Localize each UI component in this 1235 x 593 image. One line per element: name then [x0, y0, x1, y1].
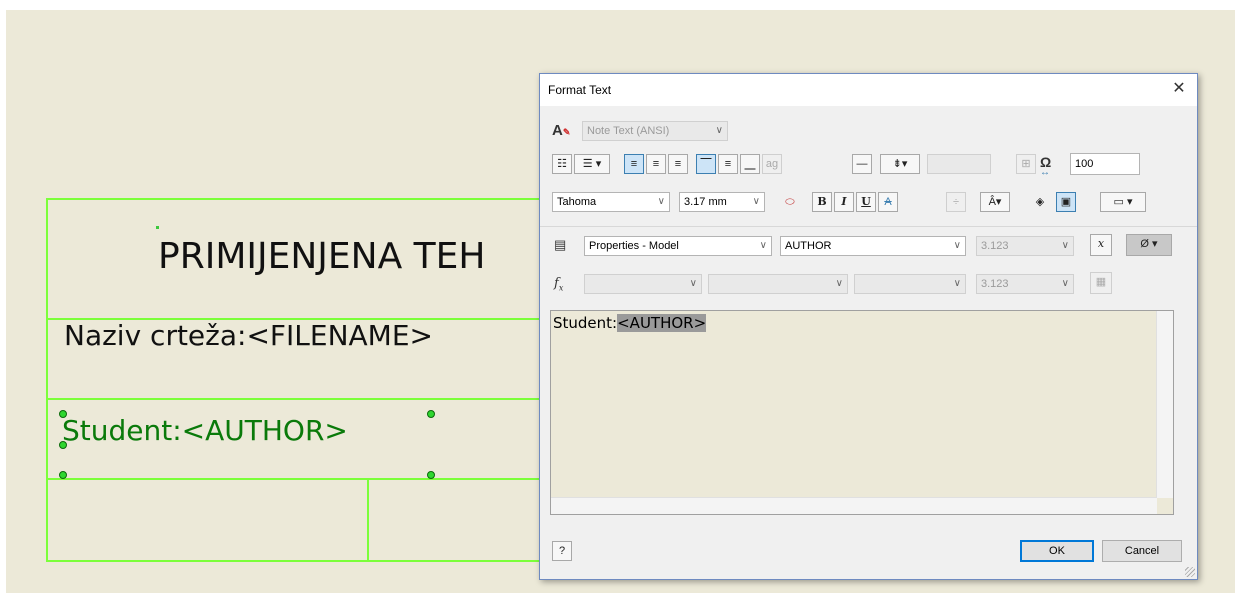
- add-parameter-icon: x: [1097, 237, 1105, 250]
- border-bottom-line: [46, 560, 540, 562]
- add-parameter-button[interactable]: x: [1090, 234, 1112, 256]
- function-combo-3[interactable]: ∨: [854, 274, 966, 294]
- parameter-source-combo[interactable]: Properties - Model ∨: [584, 236, 772, 256]
- selection-grip-top-right[interactable]: [427, 410, 435, 418]
- close-icon[interactable]: ✕: [1169, 79, 1189, 99]
- align-right-icon: ≡: [674, 158, 682, 170]
- text-color-icon: ⬭: [785, 196, 795, 208]
- help-button[interactable]: ?: [552, 541, 572, 561]
- line-spacing-icon: ⇟▾: [892, 158, 908, 170]
- resize-grip-icon[interactable]: [1185, 567, 1195, 577]
- column-line: [367, 478, 369, 562]
- border-top-line: [46, 198, 540, 200]
- font-size-combo[interactable]: 3.17 mm ∨: [679, 192, 765, 212]
- dialog-title: Format Text: [548, 83, 612, 97]
- selection-grip-bottom-left[interactable]: [59, 471, 67, 479]
- stack-button[interactable]: ÷: [946, 192, 966, 212]
- ag-button[interactable]: ag: [762, 154, 782, 174]
- align-left-icon: ≡: [630, 158, 638, 170]
- separator: [540, 226, 1197, 227]
- text-editor[interactable]: Student:<AUTHOR>: [550, 310, 1174, 515]
- strikethrough-button[interactable]: A: [878, 192, 898, 212]
- text-color-button[interactable]: ⬭: [780, 192, 800, 212]
- frame-icon: ▣: [1060, 196, 1072, 208]
- bullets-icon: ☷: [557, 158, 567, 170]
- cancel-button[interactable]: Cancel: [1102, 540, 1182, 562]
- text-frame-button[interactable]: ▣: [1056, 192, 1076, 212]
- function-icon: fx: [554, 276, 564, 293]
- row-line-2: [46, 398, 540, 400]
- align-center-button[interactable]: ≡: [646, 154, 666, 174]
- parameter-type-icon: ▤: [554, 237, 567, 252]
- line-weight-button[interactable]: —: [852, 154, 872, 174]
- chevron-down-icon: ▾: [595, 158, 602, 170]
- function-combo-1[interactable]: ∨: [584, 274, 702, 294]
- background-fill-button[interactable]: ◈: [1030, 192, 1050, 212]
- editor-content[interactable]: Student:<AUTHOR>: [553, 314, 707, 332]
- fit-text-icon: ⊞: [1021, 158, 1031, 170]
- insert-symbol-button[interactable]: ▭ ▾: [1100, 192, 1146, 212]
- precision-combo[interactable]: 3.123 ∨: [976, 236, 1074, 256]
- valign-middle-icon: ≡: [724, 158, 732, 170]
- drawing-filename-text[interactable]: Naziv crteža:<FILENAME>: [64, 319, 433, 352]
- drawing-author-text[interactable]: Student:<AUTHOR>: [62, 414, 348, 447]
- case-button[interactable]: Â▾: [980, 192, 1010, 212]
- bullets-button[interactable]: ☷: [552, 154, 572, 174]
- insertion-point-marker: [156, 226, 159, 229]
- font-combo[interactable]: Tahoma ∨: [552, 192, 670, 212]
- align-right-button[interactable]: ≡: [668, 154, 688, 174]
- precision-combo-2[interactable]: 3.123 ∨: [976, 274, 1074, 294]
- selection-grip-top-left[interactable]: [59, 410, 67, 418]
- border-left-line: [46, 198, 48, 562]
- numbering-button[interactable]: ☰ ▾: [574, 154, 610, 174]
- valign-bottom-button[interactable]: ⎽: [740, 154, 760, 174]
- text-style-icon: A✎: [552, 122, 571, 139]
- numbering-icon: ☰: [582, 158, 593, 170]
- valign-top-icon: ⎺: [700, 158, 712, 170]
- help-icon: ?: [558, 545, 566, 557]
- stretch-input[interactable]: 100: [1070, 153, 1140, 175]
- stack-icon: ÷: [952, 196, 960, 208]
- selection-grip-bottom-right[interactable]: [427, 471, 435, 479]
- text-style-combo[interactable]: Note Text (ANSI) ∨: [582, 121, 728, 141]
- parameter-name-combo[interactable]: AUTHOR ∨: [780, 236, 966, 256]
- ok-button[interactable]: OK: [1020, 540, 1094, 562]
- italic-button[interactable]: I: [834, 192, 854, 212]
- selection-grip-left[interactable]: [59, 441, 67, 449]
- format-text-dialog: Format Text ✕ A✎ Note Text (ANSI) ∨ ☷ ☰ ▾…: [539, 73, 1198, 580]
- drawing-title-text[interactable]: PRIMIJENJENA TEH: [158, 236, 485, 277]
- fit-text-button[interactable]: ⊞: [1016, 154, 1036, 174]
- valign-middle-button[interactable]: ≡: [718, 154, 738, 174]
- row-line-3: [46, 478, 540, 480]
- line-icon: —: [856, 158, 868, 170]
- vertical-scrollbar[interactable]: [1156, 311, 1173, 498]
- insert-function-button[interactable]: ▦: [1090, 272, 1112, 294]
- case-icon: Â▾: [988, 196, 1002, 208]
- fill-icon: ◈: [1035, 196, 1045, 208]
- valign-top-button[interactable]: ⎺: [696, 154, 716, 174]
- symbol-icon: ▭ ▾: [1113, 196, 1133, 208]
- underline-button[interactable]: U: [856, 192, 876, 212]
- function-combo-2[interactable]: ∨: [708, 274, 848, 294]
- align-left-button[interactable]: ≡: [624, 154, 644, 174]
- horizontal-scrollbar[interactable]: [551, 497, 1157, 514]
- line-spacing-value: [927, 154, 991, 174]
- line-spacing-button[interactable]: ⇟▾: [880, 154, 920, 174]
- align-center-icon: ≡: [652, 158, 660, 170]
- editor-author-tag[interactable]: <AUTHOR>: [617, 314, 707, 332]
- bold-button[interactable]: B: [812, 192, 832, 212]
- dialog-titlebar[interactable]: Format Text ✕: [540, 74, 1197, 106]
- valign-bottom-icon: ⎽: [744, 158, 756, 170]
- null-symbol-button[interactable]: Ø ▾: [1126, 234, 1172, 256]
- insert-function-icon: ▦: [1095, 276, 1107, 288]
- stretch-icon: ↔: [1040, 167, 1050, 178]
